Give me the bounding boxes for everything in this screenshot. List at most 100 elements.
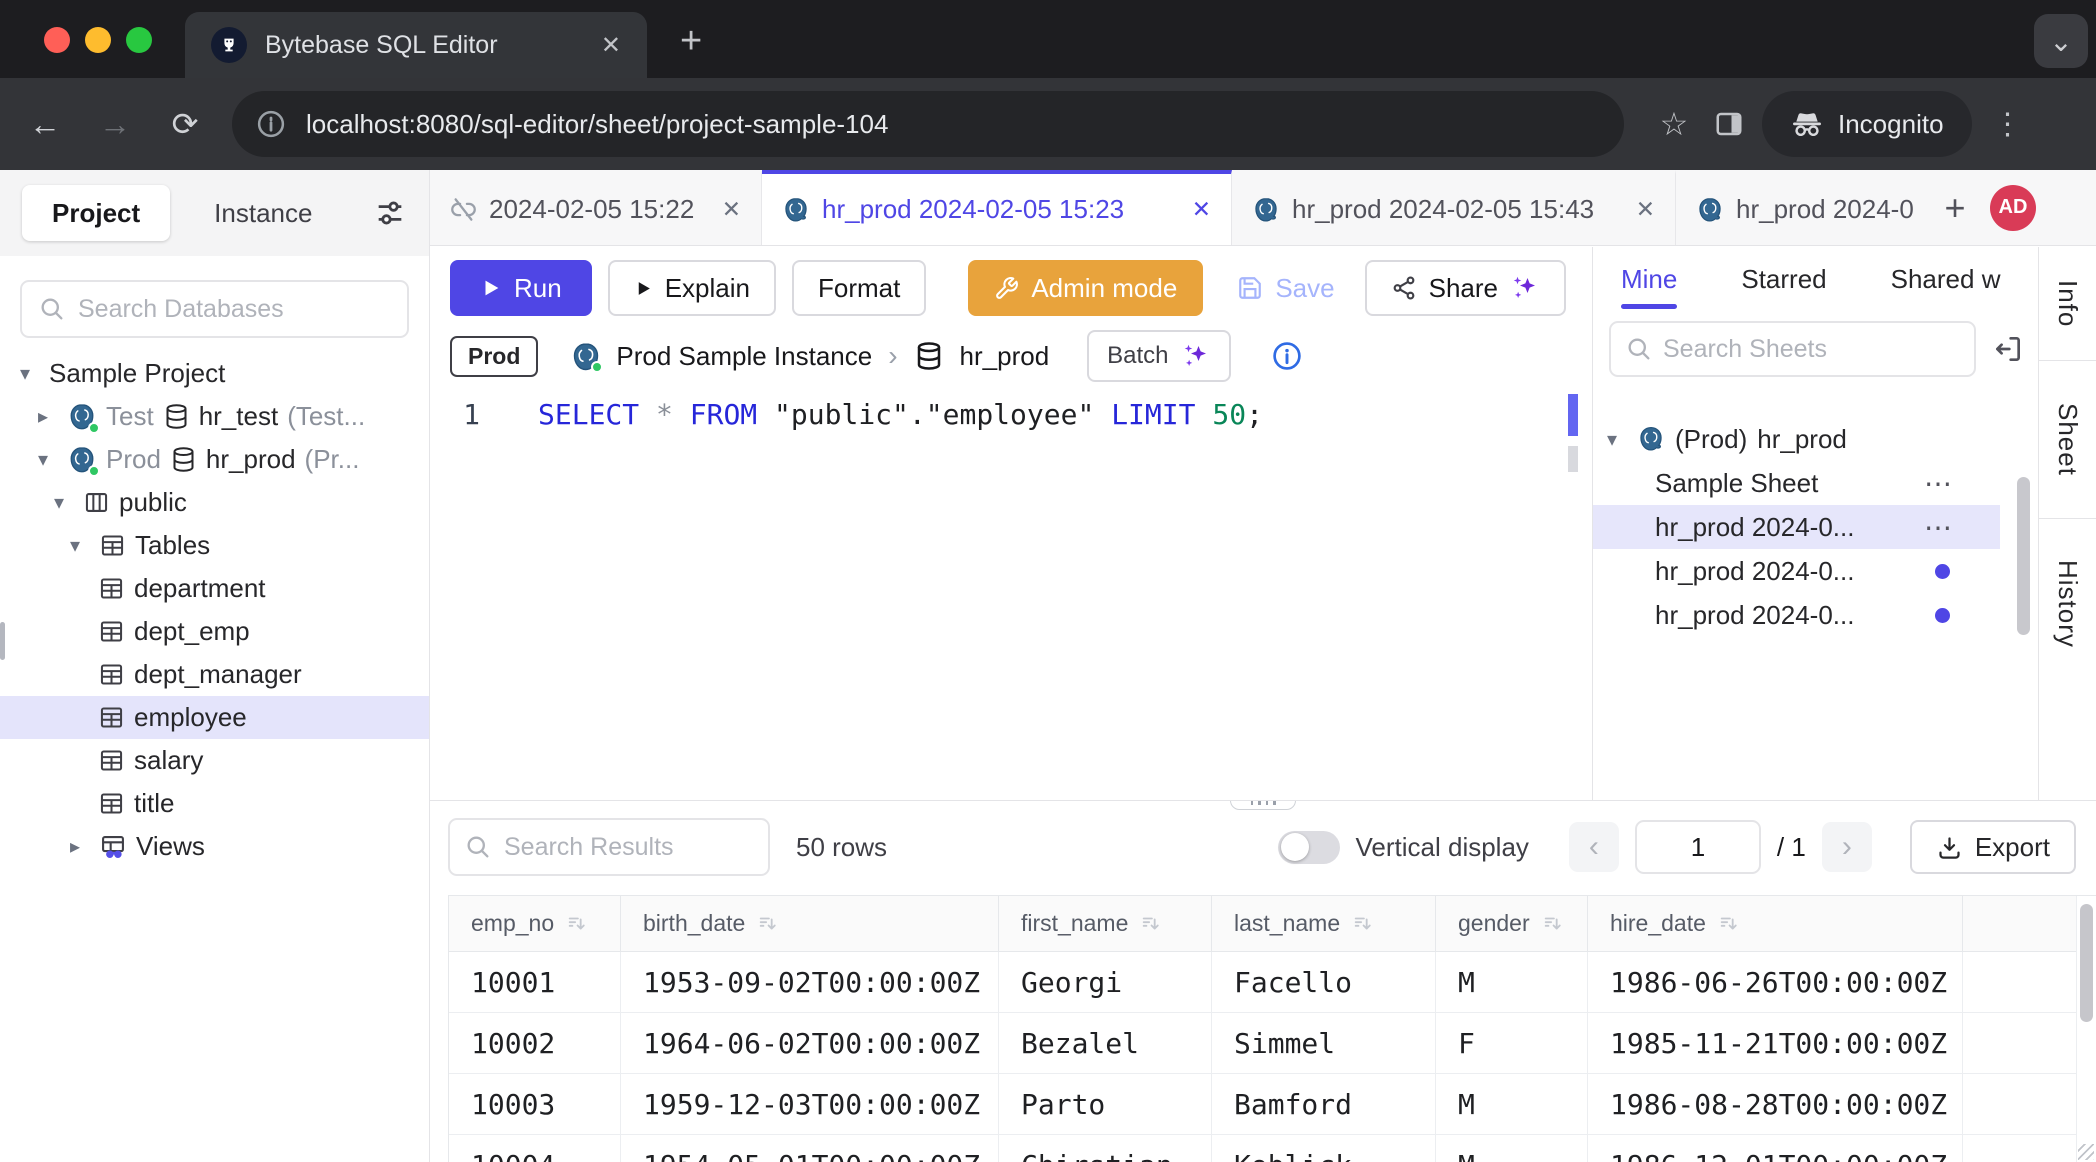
close-tab-icon[interactable]: ✕ bbox=[1636, 196, 1655, 223]
cell[interactable]: M bbox=[1436, 1074, 1588, 1134]
explain-button[interactable]: Explain bbox=[608, 260, 776, 316]
reload-button[interactable]: ⟳ bbox=[150, 105, 220, 143]
tree-item-project[interactable]: ▾ Sample Project bbox=[0, 352, 429, 395]
search-databases-input[interactable] bbox=[78, 295, 391, 324]
results-search[interactable] bbox=[448, 818, 770, 876]
cell[interactable]: M bbox=[1436, 952, 1588, 1012]
cell[interactable]: 1986-12-01T00:00:00Z bbox=[1588, 1135, 1963, 1162]
database-search[interactable] bbox=[20, 280, 409, 338]
filter-sliders-icon[interactable] bbox=[373, 196, 407, 230]
column-header-first-name[interactable]: first_name bbox=[999, 896, 1212, 951]
tree-item-table-title[interactable]: title bbox=[0, 782, 429, 825]
sheet-tab-3[interactable]: hr_prod 2024-02-05 15:43 ✕ bbox=[1232, 170, 1676, 245]
caret-down-icon[interactable]: ▾ bbox=[1607, 427, 1627, 452]
sheet-item-4[interactable]: hr_prod 2024-0... bbox=[1593, 593, 2000, 637]
tree-item-views-group[interactable]: ▸ Views bbox=[0, 825, 429, 868]
site-info-icon[interactable] bbox=[256, 109, 286, 139]
caret-right-icon[interactable]: ▸ bbox=[38, 404, 58, 429]
cell[interactable]: 10001 bbox=[449, 952, 621, 1012]
cell[interactable]: 10003 bbox=[449, 1074, 621, 1134]
minimize-window-button[interactable] bbox=[85, 27, 111, 53]
browser-tab-close-icon[interactable]: ✕ bbox=[601, 31, 621, 60]
tab-starred[interactable]: Starred bbox=[1741, 247, 1826, 311]
next-page-button[interactable]: › bbox=[1822, 822, 1872, 872]
cell[interactable]: 1985-11-21T00:00:00Z bbox=[1588, 1013, 1963, 1073]
column-header-gender[interactable]: gender bbox=[1436, 896, 1588, 951]
sheet-search[interactable] bbox=[1609, 321, 1976, 377]
tree-item-tables-group[interactable]: ▾ Tables bbox=[0, 524, 429, 567]
close-tab-icon[interactable]: ✕ bbox=[722, 196, 741, 223]
column-header-hire-date[interactable]: hire_date bbox=[1588, 896, 1963, 951]
caret-down-icon[interactable]: ▾ bbox=[70, 533, 90, 558]
batch-button[interactable]: Batch bbox=[1087, 330, 1230, 382]
admin-mode-button[interactable]: Admin mode bbox=[968, 260, 1203, 316]
back-button[interactable]: ← bbox=[10, 106, 80, 143]
cell[interactable]: Bezalel bbox=[999, 1013, 1212, 1073]
rail-tab-info[interactable]: Info bbox=[2039, 247, 2096, 361]
results-scrollbar[interactable] bbox=[2076, 896, 2096, 1162]
sheet-item-sample[interactable]: Sample Sheet ⋯ bbox=[1593, 461, 2000, 505]
instance-name[interactable]: Prod Sample Instance bbox=[616, 341, 872, 372]
cell[interactable]: F bbox=[1436, 1013, 1588, 1073]
side-panel-icon[interactable] bbox=[1714, 109, 1744, 139]
cell[interactable]: Bamford bbox=[1212, 1074, 1436, 1134]
cell[interactable]: 1986-08-28T00:00:00Z bbox=[1588, 1074, 1963, 1134]
share-button[interactable]: Share bbox=[1365, 260, 1566, 316]
sheet-tab-4[interactable]: hr_prod 2024-0 bbox=[1676, 170, 1926, 245]
cell[interactable]: Chirstian bbox=[999, 1135, 1212, 1162]
tree-item-table-employee-selected[interactable]: employee bbox=[0, 696, 429, 739]
info-icon[interactable] bbox=[1271, 340, 1303, 372]
bookmark-star-icon[interactable]: ☆ bbox=[1642, 105, 1706, 143]
results-scrollbar-thumb[interactable] bbox=[2080, 904, 2093, 1022]
cell[interactable]: Koblick bbox=[1212, 1135, 1436, 1162]
close-window-button[interactable] bbox=[44, 27, 70, 53]
sheet-item-selected[interactable]: hr_prod 2024-0... ⋯ bbox=[1593, 505, 2000, 549]
sheet-scrollbar-thumb[interactable] bbox=[2017, 477, 2030, 635]
sheet-tab-active[interactable]: hr_prod 2024-02-05 15:23 ✕ bbox=[762, 170, 1232, 245]
page-input[interactable] bbox=[1635, 820, 1761, 874]
sql-editor[interactable]: 1 SELECT * FROM "public"."employee" LIMI… bbox=[430, 398, 1592, 431]
zoom-window-button[interactable] bbox=[126, 27, 152, 53]
resize-grip[interactable] bbox=[2074, 1140, 2094, 1160]
panel-resize-handle[interactable] bbox=[1230, 800, 1296, 810]
tab-instance[interactable]: Instance bbox=[214, 198, 312, 229]
editor-scrollbar-thumb[interactable] bbox=[1568, 394, 1578, 436]
collapse-panel-icon[interactable] bbox=[1992, 333, 2024, 365]
run-button[interactable]: Run bbox=[450, 260, 592, 316]
tree-item-table-department[interactable]: department bbox=[0, 567, 429, 610]
caret-right-icon[interactable]: ▸ bbox=[70, 834, 90, 859]
tab-mine[interactable]: Mine bbox=[1621, 247, 1677, 311]
cell[interactable]: M bbox=[1436, 1135, 1588, 1162]
sheet-group-prod[interactable]: ▾ (Prod) hr_prod bbox=[1593, 417, 2000, 461]
database-name[interactable]: hr_prod bbox=[960, 341, 1050, 372]
cell[interactable]: 1954-05-01T00:00:00Z bbox=[621, 1135, 999, 1162]
column-header-emp-no[interactable]: emp_no bbox=[449, 896, 621, 951]
sheet-item-3[interactable]: hr_prod 2024-0... bbox=[1593, 549, 2000, 593]
caret-down-icon[interactable]: ▾ bbox=[38, 447, 58, 472]
rail-tab-sheet[interactable]: Sheet bbox=[2039, 361, 2096, 519]
new-browser-tab-button[interactable]: + bbox=[680, 22, 702, 60]
cell[interactable]: 1959-12-03T00:00:00Z bbox=[621, 1074, 999, 1134]
column-header-last-name[interactable]: last_name bbox=[1212, 896, 1436, 951]
vertical-display-toggle[interactable] bbox=[1278, 831, 1340, 864]
browser-tab[interactable]: Bytebase SQL Editor ✕ bbox=[185, 12, 647, 78]
sheet-tab-adhoc[interactable]: 2024-02-05 15:22 ✕ bbox=[430, 170, 762, 245]
rail-tab-history[interactable]: History bbox=[2039, 519, 2096, 689]
format-button[interactable]: Format bbox=[792, 260, 926, 316]
cell[interactable]: Simmel bbox=[1212, 1013, 1436, 1073]
sheet-item-menu-icon[interactable]: ⋯ bbox=[1924, 511, 1954, 544]
tab-search-button[interactable]: ⌄ bbox=[2034, 14, 2088, 68]
cell[interactable]: 1953-09-02T00:00:00Z bbox=[621, 952, 999, 1012]
new-sheet-tab-button[interactable]: + bbox=[1926, 170, 1984, 245]
sheet-item-menu-icon[interactable]: ⋯ bbox=[1924, 467, 1954, 500]
editor-scrollbar-track[interactable] bbox=[1568, 446, 1578, 472]
search-sheets-input[interactable] bbox=[1663, 335, 1960, 364]
forward-button[interactable]: → bbox=[80, 106, 150, 143]
environment-badge[interactable]: Prod bbox=[450, 336, 538, 377]
caret-down-icon[interactable]: ▾ bbox=[20, 361, 40, 386]
cell[interactable]: 10002 bbox=[449, 1013, 621, 1073]
cell[interactable]: 1986-06-26T00:00:00Z bbox=[1588, 952, 1963, 1012]
user-avatar[interactable]: AD bbox=[1990, 185, 2036, 231]
cell[interactable]: Parto bbox=[999, 1074, 1212, 1134]
sidebar-resize-handle[interactable] bbox=[0, 622, 440, 660]
